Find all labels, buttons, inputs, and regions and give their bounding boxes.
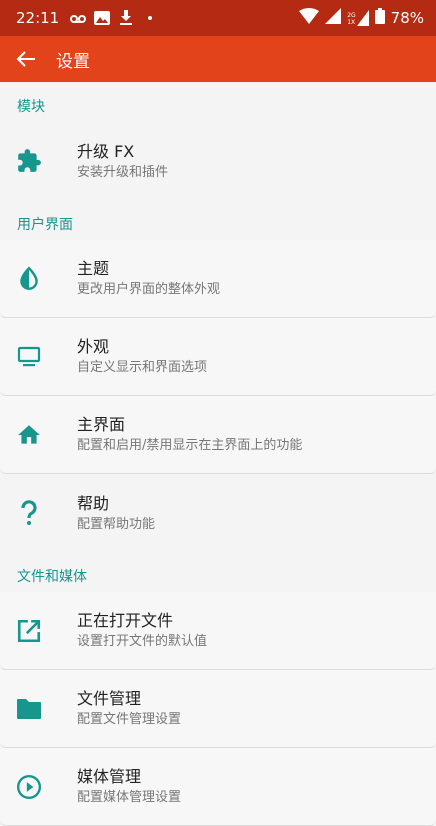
download-icon [117,9,135,27]
settings-item-help[interactable]: 帮助 配置帮助功能 [0,474,436,552]
settings-item-subtitle: 安装升级和插件 [77,164,169,180]
wifi-icon [299,8,320,28]
settings-item-title: 正在打开文件 [77,611,174,630]
puzzle-icon [14,146,44,176]
page-title: 设置 [56,51,90,72]
status-time: 22:11 [16,9,60,27]
signal-icon [325,8,342,28]
settings-item-subtitle: 设置打开文件的默认值 [77,634,208,649]
settings-item-subtitle: 自定义显示和界面选项 [77,360,208,375]
section-header-modules: 模块 [17,99,45,115]
contrast-icon [14,264,44,294]
settings-item-subtitle: 更改用户界面的整体外观 [77,282,221,297]
home-icon [14,420,44,450]
open-external-icon [14,616,44,646]
settings-item-title: 主界面 [77,415,126,434]
section-header-ui: 用户界面 [17,217,73,233]
status-bar: 22:11 2G 1X 78% [0,0,436,36]
settings-item-theme[interactable]: 主题 更改用户界面的整体外观 [0,240,436,318]
play-circle-icon [14,772,44,802]
settings-item-upgrade[interactable]: 升级 FX 安装升级和插件 [0,122,436,200]
settings-item-subtitle: 配置帮助功能 [77,516,156,532]
settings-item-home[interactable]: 主界面 配置和启用/禁用显示在主界面上的功能 [0,396,436,474]
status-right: 2G 1X 78% [299,8,424,28]
voicemail-icon [69,9,87,27]
dot-icon [141,9,159,27]
section-header-files: 文件和媒体 [17,569,87,585]
battery-percent: 78% [390,9,424,27]
settings-item-subtitle: 配置和启用/禁用显示在主界面上的功能 [77,438,303,453]
monitor-icon [14,342,44,372]
settings-item-appearance[interactable]: 外观 自定义显示和界面选项 [0,318,436,396]
folder-icon [14,694,44,724]
settings-item-subtitle: 配置媒体管理设置 [77,790,182,805]
settings-item-file-management[interactable]: 文件管理 配置文件管理设置 [0,670,436,748]
image-icon [93,9,111,27]
signal-2g-icon: 2G 1X [347,10,369,26]
network-type-top: 2G [347,12,356,19]
network-type-bottom: 1X [347,19,356,26]
settings-item-subtitle: 配置文件管理设置 [77,712,182,727]
battery-icon [374,8,385,28]
settings-item-title: 文件管理 [77,689,142,708]
settings-item-title: 主题 [77,259,110,278]
settings-item-title: 外观 [77,337,110,356]
settings-list: 模块 升级 FX 安装升级和插件 用户界面 主题 更改用户界面的整体外观 外观 … [0,82,436,826]
settings-item-title: 帮助 [77,493,110,513]
settings-item-opening-files[interactable]: 正在打开文件 设置打开文件的默认值 [0,592,436,670]
help-icon [14,498,44,528]
back-arrow-icon[interactable] [14,47,38,71]
settings-item-title: 升级 FX [77,141,135,161]
settings-item-media-management[interactable]: 媒体管理 配置媒体管理设置 [0,748,436,826]
app-bar: 设置 [0,36,436,82]
settings-item-title: 媒体管理 [77,767,142,786]
